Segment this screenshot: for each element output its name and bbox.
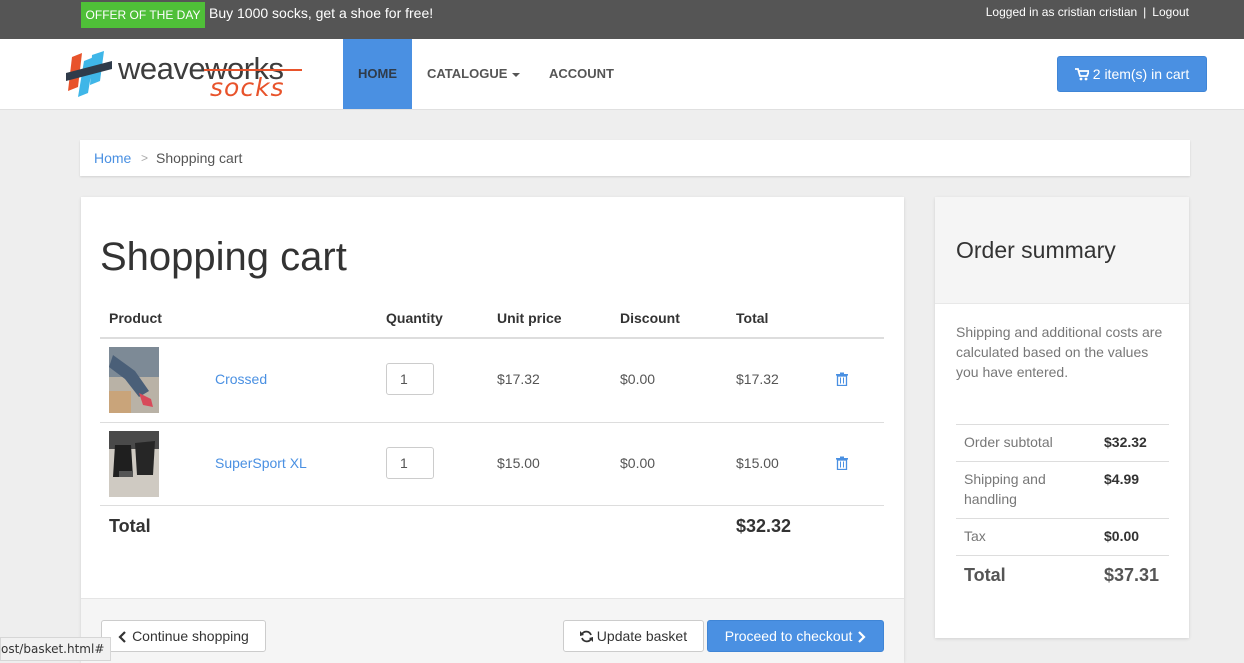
summary-divider: [956, 555, 1169, 556]
offer-text: Buy 1000 socks, get a shoe for free!: [209, 5, 434, 21]
summary-divider: [956, 424, 1169, 425]
nav-home[interactable]: HOME: [343, 39, 412, 109]
logo-sub: socks: [210, 73, 285, 102]
logo-strike: [204, 69, 302, 71]
breadcrumb-current: Shopping cart: [156, 150, 243, 166]
nav-catalogue[interactable]: CATALOGUE: [427, 39, 521, 109]
summary-divider: [956, 518, 1169, 519]
cart-footer: Continue shopping Update basket Proceed …: [81, 598, 904, 663]
cart-total-value: $32.32: [736, 516, 792, 536]
col-header-product: Product: [109, 310, 162, 326]
summary-label-tax: Tax: [964, 528, 986, 544]
product-thumbnail[interactable]: [109, 431, 159, 497]
continue-shopping-button[interactable]: Continue shopping: [101, 620, 266, 652]
cart-panel: Shopping cart Product Quantity Unit pric…: [81, 197, 904, 663]
refresh-icon: [579, 630, 593, 643]
cart-button-label: 2 item(s) in cart: [1092, 66, 1190, 82]
order-summary-note: Shipping and additional costs are calcul…: [956, 324, 1163, 380]
discount: $0.00: [620, 371, 656, 387]
nav-catalogue-label: CATALOGUE: [427, 66, 508, 81]
product-link[interactable]: Crossed: [215, 371, 267, 387]
login-area: Logged in as cristian cristian | Logout: [986, 5, 1189, 19]
summary-value-subtotal: $32.32: [1104, 434, 1147, 450]
col-header-quantity: Quantity: [386, 310, 443, 326]
summary-label-subtotal: Order subtotal: [964, 434, 1053, 450]
trash-icon[interactable]: [835, 372, 849, 386]
table-header-divider: [100, 337, 884, 339]
offer-badge: OFFER OF THE DAY: [81, 2, 205, 28]
summary-total-value: $37.31: [1104, 565, 1160, 585]
summary-label-shipping: Shipping and handling: [964, 471, 1046, 507]
discount: $0.00: [620, 455, 656, 471]
status-url: ost/basket.html#: [0, 637, 112, 661]
login-separator: |: [1143, 5, 1147, 19]
continue-shopping-label: Continue shopping: [132, 628, 249, 644]
chevron-left-icon: [118, 631, 126, 643]
summary-value-shipping: $4.99: [1104, 471, 1140, 487]
quantity-input[interactable]: 1: [386, 363, 434, 395]
logo[interactable]: weaveworks socks: [64, 47, 304, 102]
breadcrumb: Home > Shopping cart: [80, 140, 1190, 176]
cart-total-label: Total: [109, 516, 151, 536]
top-bar: OFFER OF THE DAY Buy 1000 socks, get a s…: [0, 0, 1244, 39]
update-basket-button[interactable]: Update basket: [563, 620, 704, 652]
row-divider: [100, 505, 884, 506]
page-title: Shopping cart: [100, 235, 347, 279]
order-summary-panel: Order summary Shipping and additional co…: [935, 197, 1189, 638]
unit-price: $15.00: [497, 455, 540, 471]
order-summary-header: Order summary: [935, 197, 1189, 304]
logout-link[interactable]: Logout: [1152, 5, 1189, 19]
row-divider: [100, 422, 884, 423]
breadcrumb-home[interactable]: Home: [94, 140, 131, 176]
logo-mark-icon: [66, 51, 112, 97]
summary-divider: [956, 461, 1169, 462]
cart-button[interactable]: 2 item(s) in cart: [1057, 56, 1207, 92]
shopping-cart-icon: [1074, 68, 1091, 81]
unit-price: $17.32: [497, 371, 540, 387]
col-header-unit-price: Unit price: [497, 310, 562, 326]
quantity-input[interactable]: 1: [386, 447, 434, 479]
product-thumbnail[interactable]: [109, 347, 159, 413]
product-link[interactable]: SuperSport XL: [215, 455, 307, 471]
logged-in-text: Logged in as cristian cristian: [985, 5, 1138, 19]
col-header-discount: Discount: [620, 310, 680, 326]
col-header-total: Total: [736, 310, 769, 326]
summary-value-tax: $0.00: [1104, 528, 1140, 544]
row-total: $15.00: [736, 455, 779, 471]
checkout-label: Proceed to checkout: [724, 628, 853, 644]
nav-account[interactable]: ACCOUNT: [549, 39, 614, 109]
update-basket-label: Update basket: [596, 628, 688, 644]
proceed-to-checkout-button[interactable]: Proceed to checkout: [707, 620, 884, 652]
summary-total-label: Total: [964, 565, 1006, 585]
row-total: $17.32: [736, 371, 779, 387]
chevron-right-icon: [858, 631, 866, 643]
navbar: weaveworks socks HOME CATALOGUE ACCOUNT …: [0, 39, 1244, 110]
breadcrumb-separator: >: [141, 151, 149, 165]
order-summary-title: Order summary: [956, 237, 1116, 263]
trash-icon[interactable]: [835, 456, 849, 470]
caret-down-icon: [512, 72, 521, 77]
